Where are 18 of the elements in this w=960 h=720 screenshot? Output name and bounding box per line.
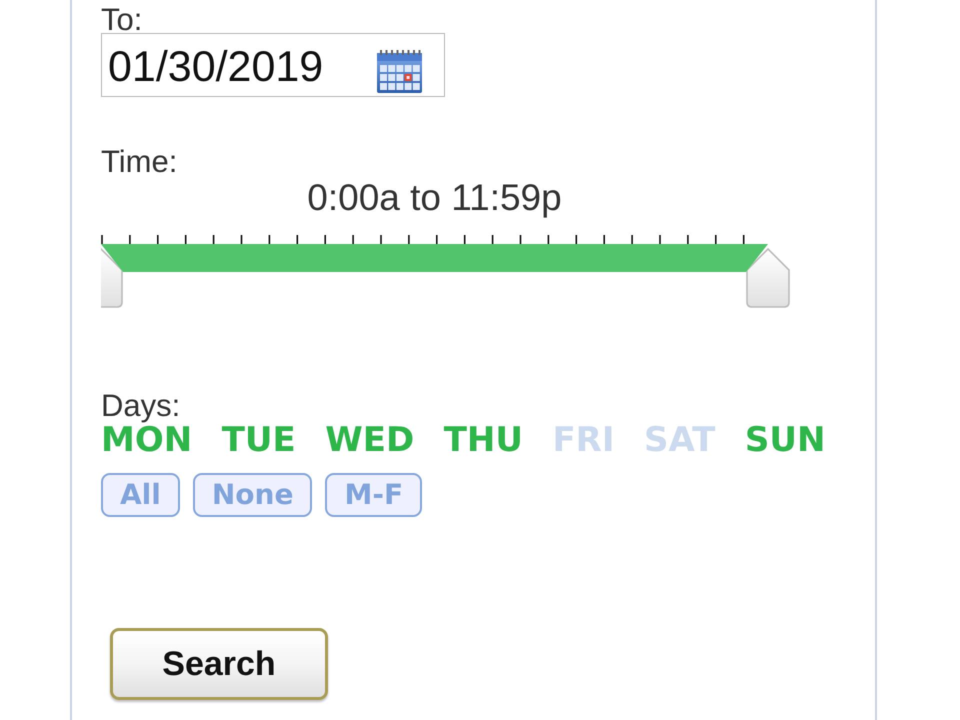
slider-handle[interactable] — [746, 248, 790, 308]
to-label: To: — [101, 4, 142, 35]
time-label: Time: — [101, 146, 178, 177]
time-range-track[interactable] — [101, 244, 790, 308]
day-preset-button[interactable]: None — [192, 473, 312, 517]
date-field[interactable]: 01/30/2019 — [101, 33, 445, 97]
slider-handle[interactable] — [101, 248, 123, 308]
calendar-icon[interactable] — [376, 50, 423, 94]
day-toggle[interactable]: MON — [101, 423, 192, 457]
day-preset-button[interactable]: All — [101, 473, 180, 517]
search-button[interactable]: Search — [110, 628, 328, 700]
time-range-reading: 0:00a to 11:59p — [307, 179, 562, 216]
day-toggle[interactable]: THU — [444, 423, 523, 457]
day-preset-button[interactable]: M-F — [325, 473, 422, 517]
day-toggle[interactable]: TUE — [222, 423, 296, 457]
day-toggle[interactable]: SUN — [744, 423, 826, 457]
day-toggle[interactable]: WED — [325, 423, 414, 457]
days-label: Days: — [101, 390, 180, 421]
